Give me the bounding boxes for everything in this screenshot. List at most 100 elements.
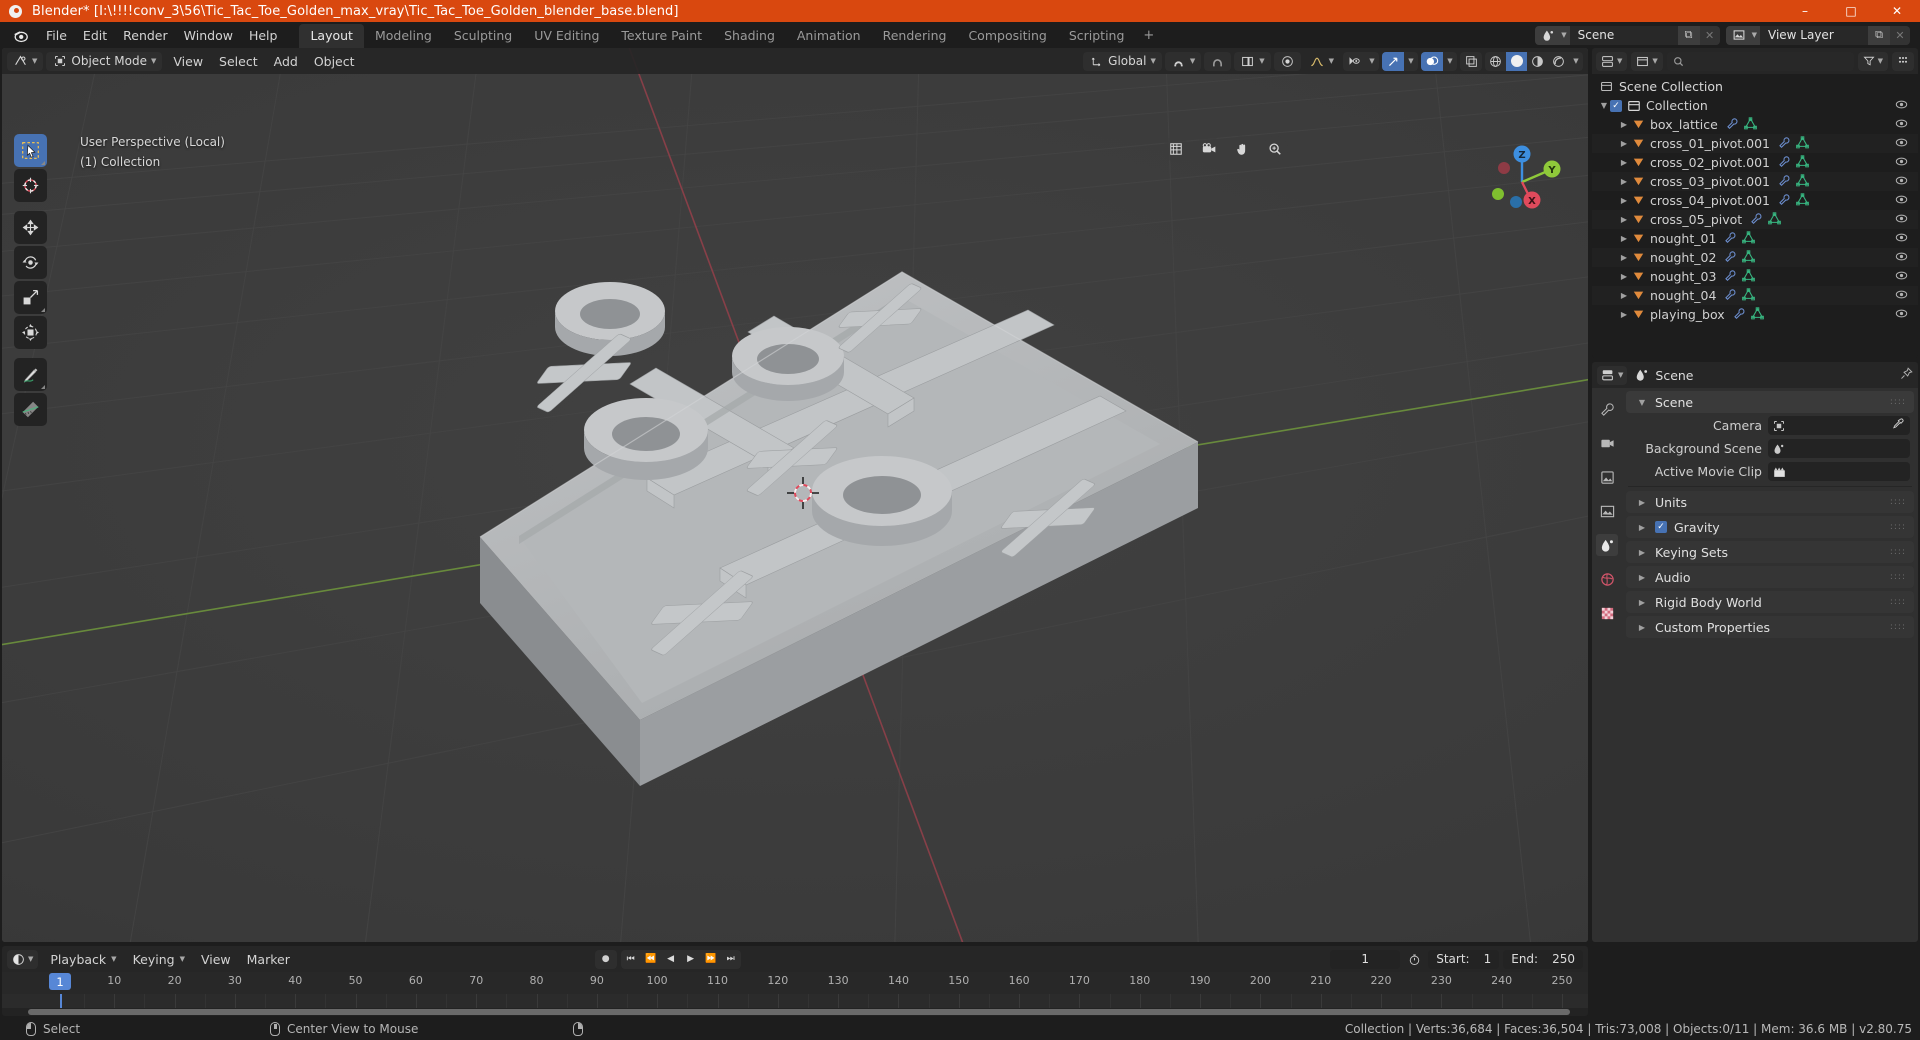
camera-view-icon[interactable] <box>1196 136 1222 162</box>
transport-buttons[interactable]: ⏮ ⏪ ◀ ▶ ⏩ ⏭ <box>620 949 741 969</box>
tool-annotate[interactable] <box>14 358 47 391</box>
hide-in-viewport-icon[interactable] <box>1895 289 1908 303</box>
subpanel-caret[interactable]: ▶ <box>1636 573 1648 582</box>
timeline-menu-playback[interactable]: Playback ▼ <box>42 950 124 969</box>
timeline-menu-marker[interactable]: Marker <box>239 950 298 969</box>
item-expand-caret[interactable]: ▶ <box>1618 272 1630 281</box>
mesh-data-icon[interactable] <box>1796 192 1809 209</box>
tool-cursor-3d[interactable] <box>14 169 47 202</box>
hide-in-viewport-icon[interactable] <box>1895 137 1908 151</box>
modifier-icon[interactable] <box>1778 155 1791 171</box>
workspace-tab-texture-paint[interactable]: Texture Paint <box>610 24 713 48</box>
item-expand-caret[interactable]: ▶ <box>1618 234 1630 243</box>
menu-render[interactable]: Render <box>115 25 176 46</box>
outliner-item[interactable]: ▶ cross_04_pivot.001 <box>1592 191 1918 210</box>
outliner-scene-collection-row[interactable]: Scene Collection <box>1592 77 1918 96</box>
axis-navigation-gizmo[interactable]: Z Y X <box>1480 134 1564 218</box>
mesh-data-icon[interactable] <box>1743 116 1757 133</box>
jump-to-start-button[interactable]: ⏮ <box>621 950 641 969</box>
outliner-editor[interactable]: ▼ ▼ ▼ Scene Collection ▼ ✓ Collection ▶ … <box>1592 48 1918 358</box>
shading-caret[interactable]: ▼ <box>1569 52 1583 71</box>
shading-rendered[interactable] <box>1548 52 1569 71</box>
tab-tool[interactable] <box>1596 398 1618 420</box>
workspace-tab-uv-editing[interactable]: UV Editing <box>523 24 610 48</box>
collection-visibility-icon[interactable] <box>1895 99 1908 113</box>
modifier-icon[interactable] <box>1724 288 1737 304</box>
outliner-item[interactable]: ▶ cross_05_pivot <box>1592 210 1918 229</box>
subpanel-caret[interactable]: ▶ <box>1636 498 1648 507</box>
timeline-menu-keying[interactable]: Keying ▼ <box>125 950 193 969</box>
properties-editor-type[interactable]: ▼ <box>1597 365 1628 385</box>
item-expand-caret[interactable]: ▶ <box>1618 196 1630 205</box>
workspace-tab-shading[interactable]: Shading <box>713 24 786 48</box>
workspace-tab-sculpting[interactable]: Sculpting <box>443 24 523 48</box>
current-frame-indicator[interactable]: 1 <box>49 973 71 990</box>
subpanel-caret[interactable]: ▶ <box>1636 623 1648 632</box>
falloff-selector[interactable]: ▼ <box>1304 52 1340 71</box>
hide-in-viewport-icon[interactable] <box>1895 175 1908 189</box>
subpanel-caret[interactable]: ▶ <box>1636 598 1648 607</box>
toggle-ortho-icon[interactable] <box>1163 136 1189 162</box>
viewport-menu-select[interactable]: Select <box>211 52 266 71</box>
timeline-menu-view[interactable]: View <box>193 950 239 969</box>
pin-id-icon[interactable] <box>1900 367 1913 383</box>
outliner-item[interactable]: ▶ cross_01_pivot.001 <box>1592 134 1918 153</box>
mesh-data-icon[interactable] <box>1742 268 1756 285</box>
timeline-ruler[interactable]: 1 10 20 30 40 50 60 70 80 90 100 110 120 130 140 150 160… <box>2 972 1588 994</box>
item-expand-caret[interactable]: ▶ <box>1618 158 1630 167</box>
item-expand-caret[interactable]: ▶ <box>1618 139 1630 148</box>
outliner-item[interactable]: ▶ box_lattice <box>1592 115 1918 134</box>
property-value-field[interactable] <box>1768 439 1910 458</box>
menu-help[interactable]: Help <box>241 25 286 46</box>
workspace-tab-animation[interactable]: Animation <box>786 24 872 48</box>
auto-keying-toggle[interactable]: ● <box>594 949 617 969</box>
outliner-item[interactable]: ▶ nought_01 <box>1592 229 1918 248</box>
modifier-icon[interactable] <box>1750 212 1763 228</box>
blender-logo-icon[interactable] <box>10 25 30 45</box>
item-expand-caret[interactable]: ▶ <box>1618 120 1630 129</box>
show-overlays-toggle[interactable] <box>1421 51 1443 71</box>
overlay-group[interactable]: ▼ <box>1421 51 1457 71</box>
subpanel-caret[interactable]: ▶ <box>1636 523 1648 532</box>
hide-in-viewport-icon[interactable] <box>1895 118 1908 132</box>
subpanel-units[interactable]: ▶ Units:::: <box>1626 491 1914 513</box>
hide-in-viewport-icon[interactable] <box>1895 213 1908 227</box>
remove-view-layer-button[interactable]: ✕ <box>1890 25 1910 45</box>
modifier-icon[interactable] <box>1724 250 1737 266</box>
minimize-button[interactable]: – <box>1782 0 1828 22</box>
mesh-data-icon[interactable] <box>1796 135 1809 152</box>
properties-editor[interactable]: ▼ Scene ▼ Scene:::: Camera Background S… <box>1592 362 1918 942</box>
snap-magnet-toggle[interactable] <box>1204 51 1232 71</box>
maximize-button[interactable]: □ <box>1828 0 1874 22</box>
snap-selector[interactable]: ▼ <box>1164 51 1202 71</box>
shading-wireframe[interactable] <box>1485 52 1506 71</box>
toggle-xray[interactable] <box>1460 52 1482 71</box>
subpanel-rigid-body-world[interactable]: ▶ Rigid Body World:::: <box>1626 591 1914 613</box>
visibility-caret[interactable]: ▼ <box>1365 52 1379 71</box>
hide-in-viewport-icon[interactable] <box>1895 308 1908 322</box>
editor-type-selector[interactable]: ▼ <box>7 51 44 71</box>
tab-world[interactable] <box>1596 568 1618 590</box>
tool-transform[interactable] <box>14 316 47 349</box>
workspace-tab-scripting[interactable]: Scripting <box>1058 24 1136 48</box>
outliner-item[interactable]: ▶ nought_04 <box>1592 286 1918 305</box>
tool-move[interactable] <box>14 211 47 244</box>
show-gizmo-toggle[interactable] <box>1382 51 1404 71</box>
mesh-data-icon[interactable] <box>1742 230 1756 247</box>
timeline-editor[interactable]: ▼ Playback ▼ Keying ▼ View Marker ● ⏮ ⏪ ◀ ▶ ⏩… <box>2 946 1588 1016</box>
modifier-icon[interactable] <box>1724 269 1737 285</box>
outliner-item[interactable]: ▶ cross_03_pivot.001 <box>1592 172 1918 191</box>
tool-select-box[interactable] <box>14 134 47 167</box>
viewport-menu-add[interactable]: Add <box>266 52 306 71</box>
hide-in-viewport-icon[interactable] <box>1895 194 1908 208</box>
item-expand-caret[interactable]: ▶ <box>1618 253 1630 262</box>
new-scene-button[interactable]: ⧉ <box>1677 25 1700 45</box>
hide-in-viewport-icon[interactable] <box>1895 270 1908 284</box>
timeline-playhead[interactable] <box>60 994 62 1008</box>
hide-in-viewport-icon[interactable] <box>1895 156 1908 170</box>
modifier-icon[interactable] <box>1726 117 1739 133</box>
workspace-tab-modeling[interactable]: Modeling <box>364 24 443 48</box>
outliner-search-input[interactable] <box>1666 51 1854 71</box>
mesh-data-icon[interactable] <box>1768 211 1782 228</box>
modifier-icon[interactable] <box>1733 307 1746 323</box>
